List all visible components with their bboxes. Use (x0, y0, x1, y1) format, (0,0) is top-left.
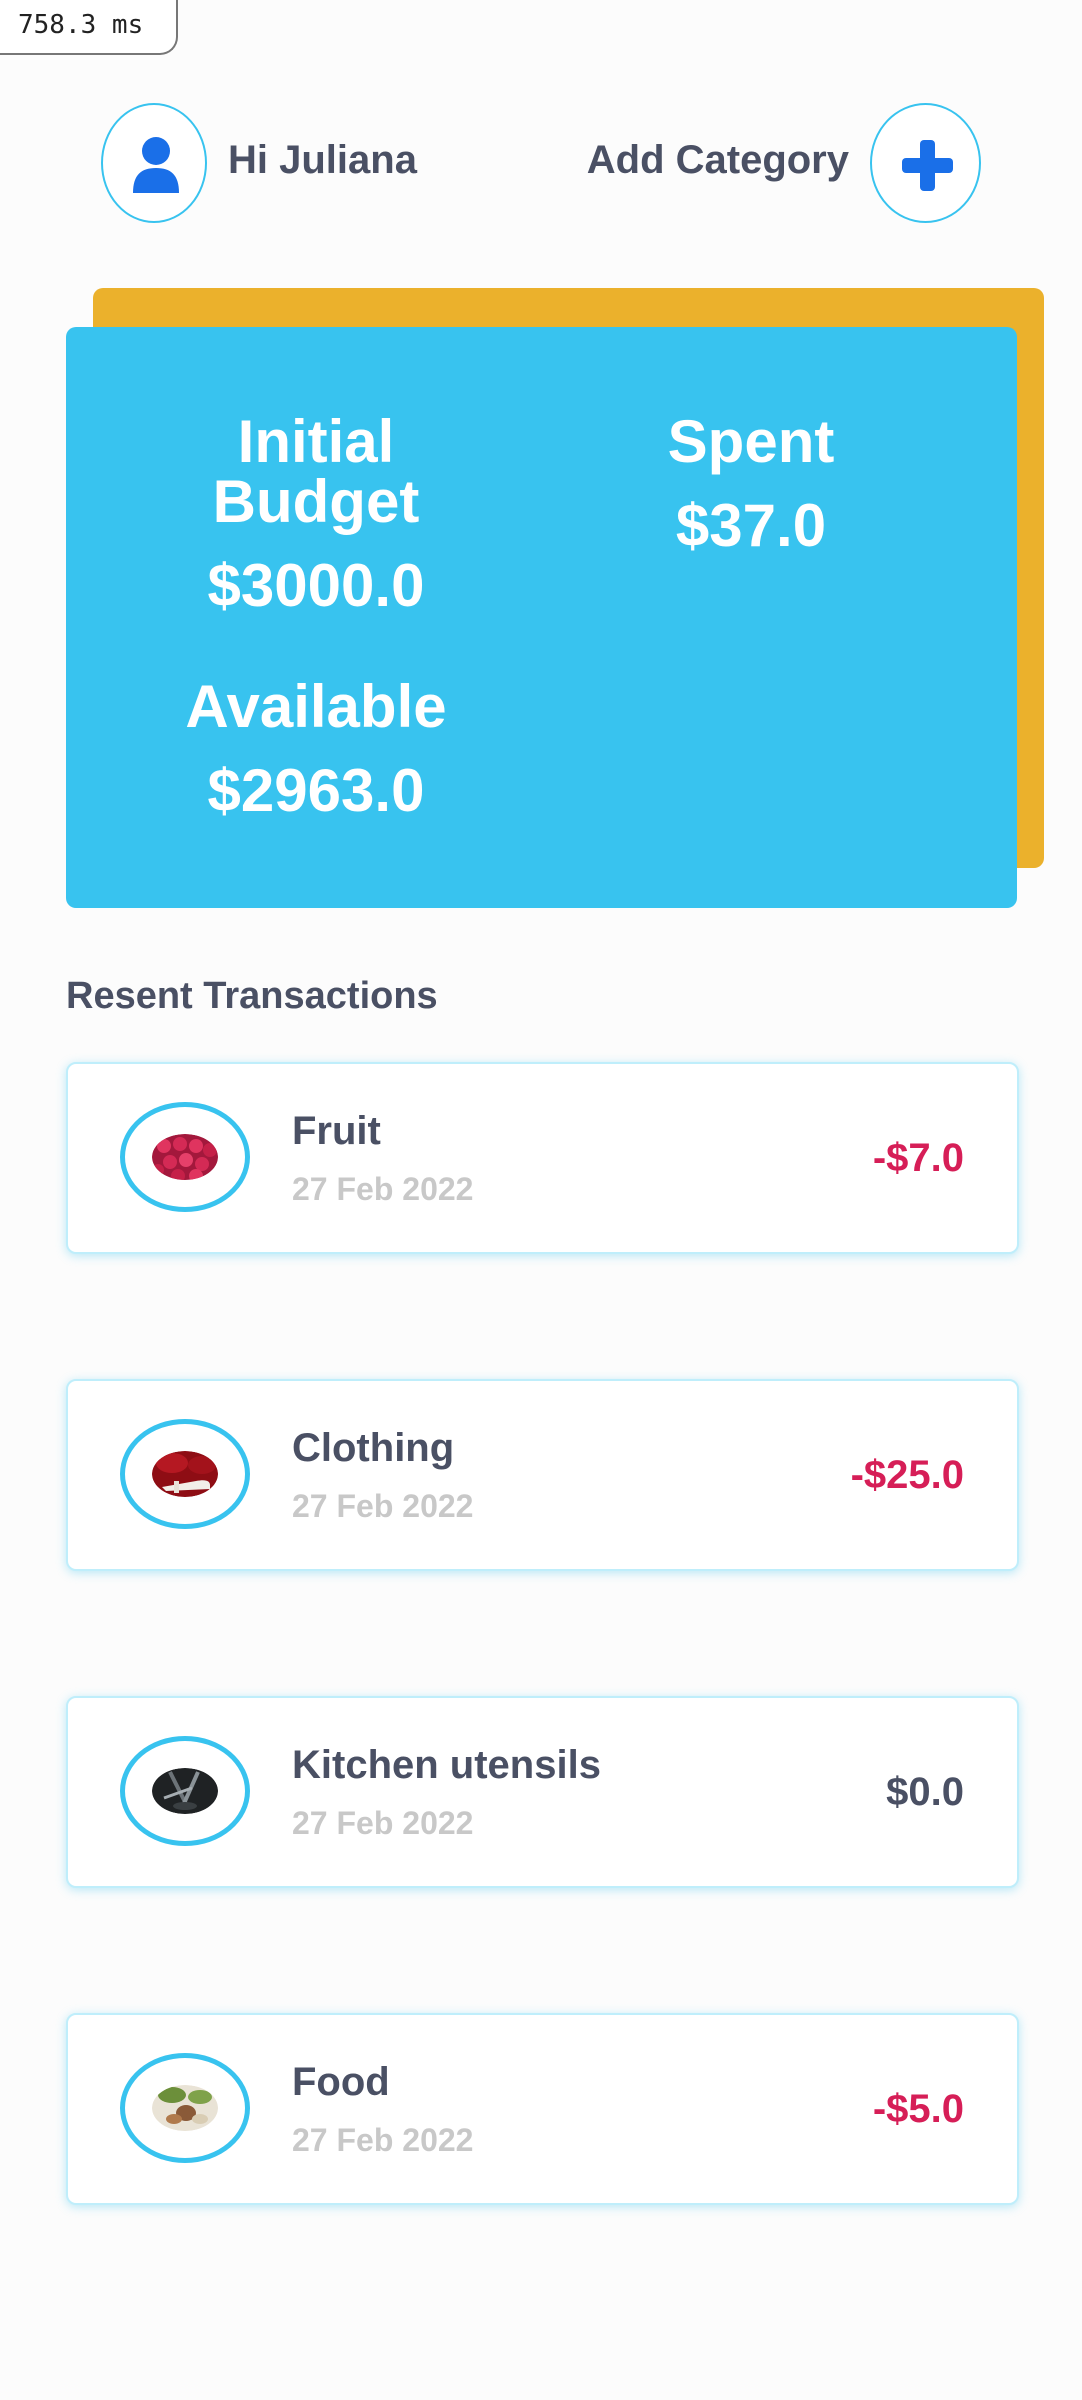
spent-stat: Spent $37.0 (626, 412, 876, 556)
avatar[interactable] (101, 103, 207, 223)
transaction-item[interactable]: Food 27 Feb 2022 -$5.0 (66, 2013, 1019, 2205)
transaction-amount: -$7.0 (872, 1136, 964, 1180)
food-image (152, 2085, 218, 2131)
transaction-date: 27 Feb 2022 (292, 2122, 474, 2158)
transaction-amount: -$25.0 (850, 1453, 964, 1497)
initial-budget-value: $3000.0 (207, 552, 425, 619)
greeting-text: Hi Juliana (228, 138, 417, 182)
transaction-date: 27 Feb 2022 (292, 1488, 474, 1524)
initial-budget-stat: Initial Budget $3000.0 (166, 412, 466, 616)
performance-timing: 758.3 ms (0, 0, 178, 55)
transaction-date: 27 Feb 2022 (292, 1805, 474, 1841)
transaction-item[interactable]: Kitchen utensils 27 Feb 2022 $0.0 (66, 1696, 1019, 1888)
add-category-label[interactable]: Add Category (587, 138, 849, 183)
transaction-name: Clothing (292, 1426, 455, 1470)
available-label: Available (185, 673, 447, 740)
transaction-icon-frame (120, 1102, 250, 1212)
spent-value: $37.0 (675, 492, 827, 559)
available-value: $2963.0 (207, 757, 425, 824)
transaction-item[interactable]: Clothing 27 Feb 2022 -$25.0 (66, 1379, 1019, 1571)
clothing-image (152, 1451, 218, 1497)
transaction-icon-frame (120, 1736, 250, 1846)
transaction-name: Kitchen utensils (292, 1743, 601, 1787)
fruit-image (152, 1134, 218, 1180)
spent-label: Spent (667, 408, 835, 475)
kitchen-utensils-image (152, 1768, 218, 1814)
transaction-icon-frame (120, 2053, 250, 2163)
plus-icon (902, 140, 953, 191)
header: Hi Juliana Add Category (0, 100, 1082, 225)
transaction-icon-frame (120, 1419, 250, 1529)
initial-budget-label: Initial Budget (212, 408, 420, 535)
section-title: Resent Transactions (66, 975, 438, 1017)
transaction-amount: -$5.0 (872, 2087, 964, 2131)
available-stat: Available $2963.0 (166, 677, 466, 821)
transaction-date: 27 Feb 2022 (292, 1171, 474, 1207)
transaction-amount: $0.0 (886, 1770, 964, 1814)
user-icon (133, 137, 179, 193)
budget-card: Initial Budget $3000.0 Spent $37.0 Avail… (66, 327, 1017, 908)
transaction-name: Fruit (292, 1109, 381, 1153)
transaction-name: Food (292, 2060, 390, 2104)
add-category-button[interactable] (870, 103, 981, 223)
transaction-item[interactable]: Fruit 27 Feb 2022 -$7.0 (66, 1062, 1019, 1254)
